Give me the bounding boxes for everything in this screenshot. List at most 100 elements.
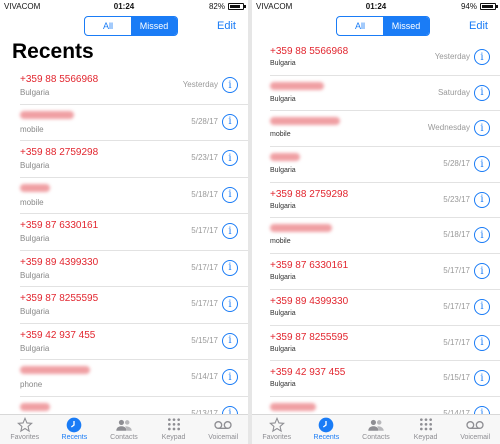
caller-number: [270, 224, 332, 235]
call-date: Yesterday: [434, 52, 470, 61]
call-row[interactable]: +359 87 6330161 Bulgaria 5/17/17 i: [20, 214, 248, 251]
call-row[interactable]: +359 88 2759298 Bulgaria 5/23/17 i: [270, 183, 500, 219]
call-row[interactable]: +359 89 4399330 Bulgaria 5/17/17 i: [20, 251, 248, 287]
caller-label: mobile: [20, 124, 44, 134]
redacted-name: [20, 110, 74, 119]
info-icon[interactable]: i: [474, 84, 490, 101]
info-icon[interactable]: i: [474, 263, 490, 280]
segment-all[interactable]: All: [85, 17, 131, 35]
info-icon[interactable]: i: [222, 186, 238, 203]
voicemail-icon: [465, 417, 485, 433]
info-icon[interactable]: i: [474, 370, 490, 387]
edit-button[interactable]: Edit: [217, 20, 236, 32]
tab-label: Keypad: [161, 434, 186, 441]
info-icon[interactable]: i: [474, 49, 490, 65]
tab-label: Voicemail: [208, 434, 239, 441]
call-date: 5/15/17: [443, 373, 470, 383]
battery-indicator: 94%: [461, 2, 498, 11]
tab-contacts[interactable]: Contacts: [351, 415, 401, 444]
info-icon[interactable]: i: [474, 120, 490, 137]
status-bar: VIVACOM 01:24 82%: [0, 0, 248, 12]
info-icon[interactable]: i: [474, 156, 490, 173]
info-icon[interactable]: i: [222, 296, 238, 312]
caller-number: +359 88 5566968: [270, 46, 349, 57]
battery-icon: [228, 3, 246, 10]
star-icon: [16, 417, 33, 433]
call-row[interactable]: +359 88 5566968 Bulgaria Yesterday i: [270, 40, 500, 76]
tab-recents[interactable]: Recents: [302, 415, 352, 444]
tab-recents[interactable]: Recents: [50, 415, 100, 444]
info-icon[interactable]: i: [222, 150, 238, 166]
info-icon[interactable]: i: [474, 191, 490, 208]
tab-bar: Favorites Recents Contacts Keypad Voicemail: [0, 414, 248, 444]
call-row[interactable]: +359 42 937 455 Bulgaria 5/15/17 i: [20, 324, 248, 360]
info-icon[interactable]: i: [474, 334, 490, 351]
info-icon[interactable]: i: [222, 332, 238, 349]
call-date: 5/17/17: [191, 226, 218, 235]
call-date: 5/17/17: [443, 301, 470, 311]
caller-number: +359 87 8255595: [20, 293, 99, 304]
segment-all[interactable]: All: [337, 17, 383, 35]
caller-label: Bulgaria: [270, 309, 296, 317]
call-row[interactable]: +359 87 6330161 Bulgaria 5/17/17 i: [270, 254, 500, 290]
call-row[interactable]: mobile 5/28/17 i: [20, 105, 248, 141]
edit-button[interactable]: Edit: [469, 20, 488, 32]
tab-favorites[interactable]: Favorites: [252, 415, 302, 444]
segment-missed[interactable]: Missed: [131, 17, 177, 35]
caller-number: [20, 183, 50, 195]
recents-list: +359 88 5566968 Bulgaria Yesterday i mobile 5…: [0, 68, 248, 433]
tab-voicemail[interactable]: Voicemail: [450, 415, 500, 444]
call-date: 5/17/17: [443, 266, 470, 276]
tab-label: Contacts: [362, 434, 390, 441]
info-icon[interactable]: i: [222, 223, 238, 239]
caller-label: mobile: [20, 197, 44, 207]
caller-number: +359 88 2759298: [20, 147, 99, 158]
redacted-name: [20, 402, 50, 411]
nav-bar: All Missed Edit: [0, 14, 248, 38]
tab-favorites[interactable]: Favorites: [0, 415, 50, 444]
caller-number: +359 42 937 455: [270, 367, 346, 379]
filter-segmented-control: All Missed: [84, 16, 178, 36]
info-icon[interactable]: i: [222, 77, 238, 93]
caller-label: phone: [20, 380, 43, 389]
tab-keypad[interactable]: Keypad: [149, 415, 199, 444]
call-row[interactable]: mobile 5/18/17 i: [20, 178, 248, 214]
call-row[interactable]: mobile Wednesday i: [270, 111, 500, 148]
info-icon[interactable]: i: [474, 227, 490, 244]
call-row[interactable]: Bulgaria Saturday i: [270, 76, 500, 112]
redacted-name: [270, 81, 324, 90]
contacts-icon: [367, 417, 385, 433]
call-row[interactable]: +359 87 8255595 Bulgaria 5/17/17 i: [270, 326, 500, 362]
caller-label: Bulgaria: [270, 274, 296, 282]
call-row[interactable]: +359 42 937 455 Bulgaria 5/15/17 i: [270, 361, 500, 397]
contacts-icon: [115, 417, 133, 433]
tab-keypad[interactable]: Keypad: [401, 415, 451, 444]
call-row[interactable]: +359 88 5566968 Bulgaria Yesterday i: [20, 68, 248, 105]
redacted-name: [270, 117, 340, 126]
info-icon[interactable]: i: [222, 369, 238, 385]
tab-contacts[interactable]: Contacts: [99, 415, 149, 444]
caller-label: Bulgaria: [270, 95, 296, 103]
tab-label: Contacts: [110, 434, 138, 441]
call-row[interactable]: Bulgaria 5/28/17 i: [270, 147, 500, 183]
call-row[interactable]: +359 87 8255595 Bulgaria 5/17/17 i: [20, 287, 248, 324]
call-row[interactable]: mobile 5/18/17 i: [270, 218, 500, 255]
tab-label: Keypad: [413, 434, 438, 441]
info-icon[interactable]: i: [474, 298, 490, 315]
call-date: 5/28/17: [443, 159, 470, 169]
caller-label: Bulgaria: [20, 343, 50, 353]
info-icon[interactable]: i: [222, 113, 238, 130]
caller-number: [20, 110, 74, 122]
call-date: 5/18/17: [191, 189, 218, 199]
call-date: 5/14/17: [191, 372, 218, 381]
tab-voicemail[interactable]: Voicemail: [198, 415, 248, 444]
caller-label: Bulgaria: [20, 161, 50, 170]
segment-missed[interactable]: Missed: [383, 17, 429, 35]
call-row[interactable]: phone 5/14/17 i: [20, 360, 248, 397]
caller-number: +359 88 2759298: [270, 188, 349, 200]
caller-number: [270, 81, 324, 93]
call-row[interactable]: +359 89 4399330 Bulgaria 5/17/17 i: [270, 290, 500, 326]
info-icon[interactable]: i: [222, 259, 238, 276]
call-row[interactable]: +359 88 2759298 Bulgaria 5/23/17 i: [20, 141, 248, 178]
call-date: 5/17/17: [191, 262, 218, 272]
